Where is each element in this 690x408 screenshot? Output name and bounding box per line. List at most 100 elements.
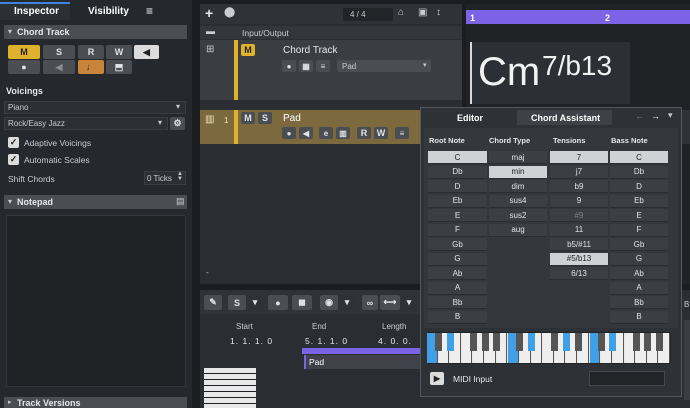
- record-editor-icon[interactable]: ●: [268, 295, 288, 310]
- bass-note-cell[interactable]: F: [610, 223, 668, 237]
- root-note-cell[interactable]: A: [428, 281, 487, 295]
- start-value[interactable]: 1. 1. 1. 0: [230, 336, 273, 346]
- dropdown-arrow-icon[interactable]: ▾: [248, 295, 262, 310]
- chord-settings-icon[interactable]: ▦: [299, 60, 313, 72]
- piano-black-key[interactable]: [493, 333, 501, 351]
- root-note-cell[interactable]: C: [428, 151, 487, 164]
- scroll-edge[interactable]: [684, 320, 690, 400]
- root-note-cell[interactable]: Bb: [428, 296, 487, 309]
- link-icon[interactable]: ∞: [362, 295, 378, 310]
- tension-cell[interactable]: 7: [550, 151, 608, 164]
- mute-button[interactable]: M: [8, 45, 40, 59]
- piano-black-key[interactable]: [574, 333, 582, 351]
- next-chord-icon[interactable]: →: [651, 111, 660, 121]
- note-icon[interactable]: ♩: [78, 60, 104, 74]
- root-note-cell[interactable]: E: [428, 209, 487, 222]
- monitor-icon[interactable]: ◀: [43, 60, 75, 74]
- piano-black-key[interactable]: [609, 333, 617, 351]
- length-value[interactable]: 4. 0. 0.: [378, 336, 412, 346]
- tension-cell[interactable]: b9: [550, 180, 608, 193]
- read-button[interactable]: R: [78, 45, 104, 59]
- popup-menu-icon[interactable]: ▾: [668, 110, 673, 121]
- notepad-textarea[interactable]: [6, 215, 186, 387]
- root-note-cell[interactable]: G: [428, 252, 487, 266]
- pad-edit-icon[interactable]: e: [319, 127, 333, 139]
- root-note-cell[interactable]: Gb: [428, 238, 487, 251]
- chord-mute-button[interactable]: M: [241, 44, 255, 56]
- root-note-cell[interactable]: F: [428, 223, 487, 237]
- lower-more-icon[interactable]: B: [684, 300, 689, 309]
- pin-icon[interactable]: ✎: [204, 295, 222, 310]
- bass-note-cell[interactable]: Db: [610, 165, 668, 179]
- bass-note-cell[interactable]: C: [610, 151, 668, 164]
- add-track-icon[interactable]: +: [205, 5, 213, 21]
- prev-chord-icon[interactable]: ←: [635, 111, 644, 121]
- bass-note-cell[interactable]: D: [610, 180, 668, 193]
- chord-type-cell[interactable]: sus4: [489, 194, 547, 208]
- chord-type-cell[interactable]: maj: [489, 151, 547, 164]
- root-note-cell[interactable]: Db: [428, 165, 487, 179]
- root-note-cell[interactable]: D: [428, 180, 487, 193]
- menu-icon[interactable]: ≡: [146, 4, 153, 18]
- stepper-icon[interactable]: ▲ ▼: [177, 171, 183, 182]
- midi-input-toggle-icon[interactable]: ▶: [430, 372, 444, 385]
- adaptive-voicings-checkbox[interactable]: ✓: [8, 137, 19, 148]
- pad-solo-button[interactable]: S: [258, 112, 272, 124]
- end-value[interactable]: 5. 1. 1. 0: [305, 336, 348, 346]
- root-note-cell[interactable]: B: [428, 310, 487, 324]
- bass-note-cell[interactable]: Eb: [610, 194, 668, 208]
- pad-write-button[interactable]: W: [374, 127, 388, 139]
- write-button[interactable]: W: [106, 45, 132, 59]
- solo-editor-icon[interactable]: S: [228, 295, 246, 310]
- pad-mute-button[interactable]: M: [241, 112, 255, 124]
- tension-cell[interactable]: #5/b13: [550, 252, 608, 266]
- pad-record-icon[interactable]: ●: [282, 127, 296, 139]
- pad-instrument-icon[interactable]: ▥: [336, 127, 350, 139]
- tension-cell[interactable]: 11: [550, 223, 608, 237]
- piano-black-key[interactable]: [528, 333, 536, 351]
- piano-black-key[interactable]: [435, 333, 443, 351]
- root-note-cell[interactable]: Eb: [428, 194, 487, 208]
- chord-type-cell[interactable]: sus2: [489, 209, 547, 222]
- visibility-icon[interactable]: ▣: [418, 7, 427, 18]
- expand-icon[interactable]: ↕: [436, 7, 441, 18]
- piano-black-key[interactable]: [516, 333, 524, 351]
- tension-cell[interactable]: 6/13: [550, 267, 608, 280]
- expand-triangle-icon[interactable]: ▸: [8, 398, 12, 406]
- bass-note-cell[interactable]: B: [610, 310, 668, 324]
- pad-monitor-icon[interactable]: ◀: [299, 127, 313, 139]
- bass-note-cell[interactable]: G: [610, 252, 668, 266]
- collapse-triangle-icon[interactable]: ▾: [8, 27, 12, 36]
- bass-note-cell[interactable]: Gb: [610, 238, 668, 251]
- speaker-toggle-icon[interactable]: ◀: [134, 45, 159, 59]
- folder-track-row[interactable]: [200, 26, 462, 39]
- tension-cell[interactable]: j7: [550, 165, 608, 179]
- lower-ruler[interactable]: [302, 348, 422, 354]
- step-input-icon[interactable]: ◼: [292, 295, 312, 310]
- pad-read-button[interactable]: R: [357, 127, 371, 139]
- piano-black-key[interactable]: [644, 333, 652, 351]
- solo-button[interactable]: S: [43, 45, 75, 59]
- piano-black-key[interactable]: [655, 333, 663, 351]
- bass-note-cell[interactable]: Ab: [610, 267, 668, 280]
- bass-note-cell[interactable]: E: [610, 209, 668, 222]
- record-icon[interactable]: ●: [8, 60, 40, 74]
- piano-black-key[interactable]: [597, 333, 605, 351]
- piano-black-key[interactable]: [632, 333, 640, 351]
- piano-black-key[interactable]: [562, 333, 570, 351]
- root-note-cell[interactable]: Ab: [428, 267, 487, 280]
- bass-note-cell[interactable]: A: [610, 281, 668, 295]
- piano-black-key[interactable]: [446, 333, 454, 351]
- bass-note-cell[interactable]: Bb: [610, 296, 668, 309]
- dropdown-arrow-icon[interactable]: ▾: [402, 295, 416, 310]
- chord-type-cell[interactable]: aug: [489, 223, 547, 237]
- auto-scroll-icon[interactable]: ◉: [320, 295, 338, 310]
- pad-lanes-icon[interactable]: ≡: [395, 127, 409, 139]
- tension-cell[interactable]: 9: [550, 194, 608, 208]
- chord-record-icon[interactable]: ●: [282, 60, 296, 72]
- add-instrument-icon[interactable]: ⬤: [224, 7, 235, 18]
- piano-black-key[interactable]: [551, 333, 559, 351]
- piano-black-key[interactable]: [481, 333, 489, 351]
- automatic-scales-checkbox[interactable]: ✓: [8, 154, 19, 165]
- tab-visibility[interactable]: Visibility: [88, 6, 129, 17]
